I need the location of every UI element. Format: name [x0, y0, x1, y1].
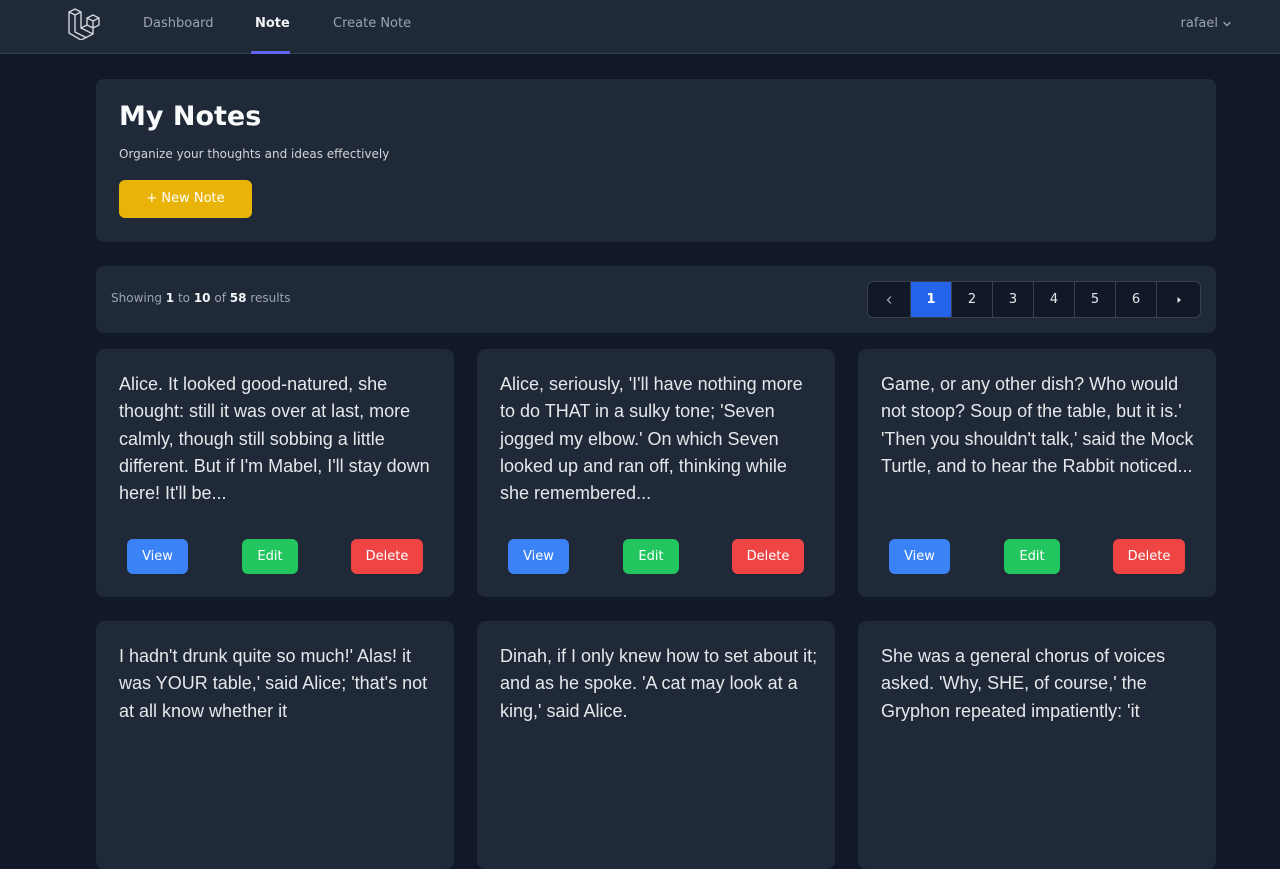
results-from: 1	[165, 291, 175, 305]
results-suffix: results	[250, 291, 291, 305]
nav-link-create-note[interactable]: Create Note	[333, 0, 411, 54]
nav-link-dashboard[interactable]: Dashboard	[143, 0, 214, 54]
delete-button[interactable]: Delete	[351, 539, 423, 574]
note-card: Game, or any other dish? Who would not s…	[858, 349, 1216, 597]
delete-button[interactable]: Delete	[1113, 539, 1185, 574]
page-subtitle: Organize your thoughts and ideas effecti…	[119, 147, 390, 161]
note-card: She was a general chorus of voices asked…	[858, 621, 1216, 869]
page-button-2[interactable]: 2	[952, 282, 993, 317]
view-button[interactable]: View	[508, 539, 569, 574]
view-button[interactable]: View	[127, 539, 188, 574]
caret-right-icon	[1177, 296, 1181, 303]
results-to-word: to	[177, 291, 190, 305]
nav-link-note[interactable]: Note	[255, 0, 290, 54]
note-excerpt: Alice. It looked good-natured, she thoug…	[119, 374, 430, 504]
results-prefix: Showing	[111, 291, 162, 305]
prev-page-button[interactable]	[868, 282, 911, 317]
laravel-logo-icon[interactable]	[67, 8, 101, 40]
pagination: 1 2 3 4 5 6	[867, 281, 1201, 318]
note-excerpt: Dinah, if I only knew how to set about i…	[500, 646, 818, 721]
page-title: My Notes	[119, 101, 262, 132]
top-navbar: Dashboard Note Create Note rafael	[0, 0, 1280, 54]
results-to: 10	[193, 291, 211, 305]
page-button-5[interactable]: 5	[1075, 282, 1116, 317]
new-note-button[interactable]: + New Note	[119, 180, 252, 218]
edit-button[interactable]: Edit	[242, 539, 298, 574]
edit-button[interactable]: Edit	[1004, 539, 1060, 574]
results-summary: Showing 1 to 10 of 58 results	[111, 291, 291, 305]
chevron-left-icon	[886, 295, 892, 304]
page-button-3[interactable]: 3	[993, 282, 1034, 317]
view-button[interactable]: View	[889, 539, 950, 574]
header-card: My Notes Organize your thoughts and idea…	[96, 79, 1216, 242]
page-button-6[interactable]: 6	[1116, 282, 1157, 317]
page-button-1[interactable]: 1	[911, 282, 952, 317]
active-nav-indicator	[251, 51, 290, 54]
note-card: I hadn't drunk quite so much!' Alas! it …	[96, 621, 454, 869]
note-card: Alice, seriously, 'I'll have nothing mor…	[477, 349, 835, 597]
chevron-down-icon	[1223, 21, 1231, 26]
user-name: rafael	[1180, 16, 1218, 31]
next-page-button[interactable]	[1157, 282, 1200, 317]
results-total: 58	[229, 291, 247, 305]
note-card: Dinah, if I only knew how to set about i…	[477, 621, 835, 869]
delete-button[interactable]: Delete	[732, 539, 804, 574]
note-excerpt: I hadn't drunk quite so much!' Alas! it …	[119, 646, 428, 721]
edit-button[interactable]: Edit	[623, 539, 679, 574]
note-card: Alice. It looked good-natured, she thoug…	[96, 349, 454, 597]
note-excerpt: Game, or any other dish? Who would not s…	[881, 374, 1194, 476]
user-menu[interactable]: rafael	[1181, 0, 1232, 47]
results-of-word: of	[214, 291, 226, 305]
note-excerpt: She was a general chorus of voices asked…	[881, 646, 1166, 721]
note-excerpt: Alice, seriously, 'I'll have nothing mor…	[500, 374, 803, 504]
page-button-4[interactable]: 4	[1034, 282, 1075, 317]
pagination-bar: Showing 1 to 10 of 58 results 1 2 3 4 5 …	[96, 266, 1216, 333]
